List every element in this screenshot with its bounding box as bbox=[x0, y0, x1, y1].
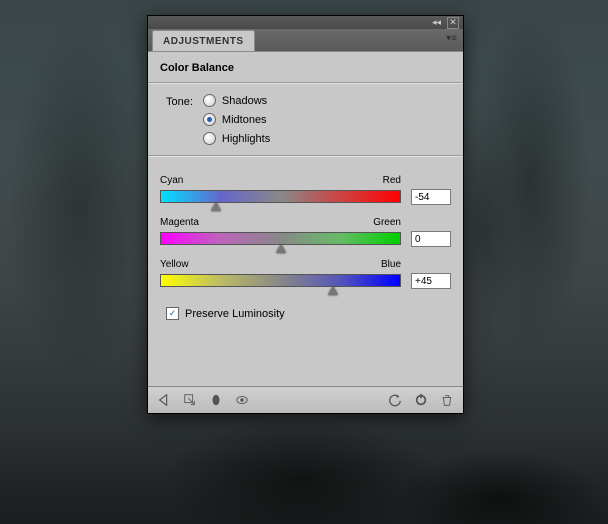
slider-label-left: Magenta bbox=[160, 217, 199, 228]
slider-label-left: Yellow bbox=[160, 259, 189, 270]
slider-label-right: Green bbox=[373, 217, 401, 228]
radio-shadows[interactable]: Shadows bbox=[203, 94, 270, 107]
tone-radios: Shadows Midtones Highlights bbox=[203, 94, 270, 145]
preserve-luminosity-checkbox[interactable]: ✓ Preserve Luminosity bbox=[166, 307, 451, 320]
panel-tabbar: ADJUSTMENTS ▾≡ bbox=[148, 29, 463, 52]
radio-label: Shadows bbox=[222, 95, 267, 107]
checkbox-icon: ✓ bbox=[166, 307, 179, 320]
slider-track[interactable] bbox=[160, 274, 401, 287]
close-icon[interactable]: ✕ bbox=[447, 17, 459, 29]
panel-body: Color Balance Tone: Shadows Midtones Hig… bbox=[148, 52, 463, 386]
slider-magenta-green: Magenta Green bbox=[160, 217, 451, 245]
collapse-icon[interactable]: ◂◂ bbox=[432, 18, 441, 27]
slider-value-input[interactable] bbox=[411, 189, 451, 205]
panel-dragbar[interactable]: ◂◂ ✕ bbox=[148, 16, 463, 29]
clip-icon[interactable] bbox=[208, 392, 224, 408]
radio-highlights[interactable]: Highlights bbox=[203, 132, 270, 145]
panel-bottombar bbox=[148, 386, 463, 413]
slider-value-input[interactable] bbox=[411, 273, 451, 289]
radio-icon bbox=[203, 94, 216, 107]
adjustment-title: Color Balance bbox=[160, 60, 451, 82]
panel-menu-icon[interactable]: ▾≡ bbox=[446, 33, 457, 44]
reset-icon[interactable] bbox=[413, 392, 429, 408]
radio-icon bbox=[203, 132, 216, 145]
tab-adjustments[interactable]: ADJUSTMENTS bbox=[152, 30, 255, 51]
radio-midtones[interactable]: Midtones bbox=[203, 113, 270, 126]
trash-icon[interactable] bbox=[439, 392, 455, 408]
slider-track[interactable] bbox=[160, 232, 401, 245]
slider-thumb[interactable] bbox=[328, 286, 338, 295]
checkbox-label: Preserve Luminosity bbox=[185, 308, 285, 320]
back-icon[interactable] bbox=[156, 392, 172, 408]
slider-label-right: Red bbox=[383, 175, 401, 186]
adjustments-panel: ◂◂ ✕ ADJUSTMENTS ▾≡ Color Balance Tone: … bbox=[147, 15, 464, 414]
slider-cyan-red: Cyan Red bbox=[160, 175, 451, 203]
radio-label: Midtones bbox=[222, 114, 267, 126]
tone-group: Tone: Shadows Midtones Highlights bbox=[166, 94, 451, 145]
divider bbox=[148, 82, 463, 84]
slider-label-right: Blue bbox=[381, 259, 401, 270]
slider-yellow-blue: Yellow Blue bbox=[160, 259, 451, 287]
divider bbox=[148, 155, 463, 157]
radio-label: Highlights bbox=[222, 133, 270, 145]
previous-state-icon[interactable] bbox=[387, 392, 403, 408]
slider-track[interactable] bbox=[160, 190, 401, 203]
expand-icon[interactable] bbox=[182, 392, 198, 408]
slider-label-left: Cyan bbox=[160, 175, 183, 186]
radio-icon bbox=[203, 113, 216, 126]
tone-label: Tone: bbox=[166, 94, 193, 108]
slider-thumb[interactable] bbox=[211, 202, 221, 211]
slider-thumb[interactable] bbox=[276, 244, 286, 253]
slider-value-input[interactable] bbox=[411, 231, 451, 247]
visibility-icon[interactable] bbox=[234, 392, 250, 408]
sliders-group: Cyan Red Magenta Green bbox=[160, 175, 451, 287]
